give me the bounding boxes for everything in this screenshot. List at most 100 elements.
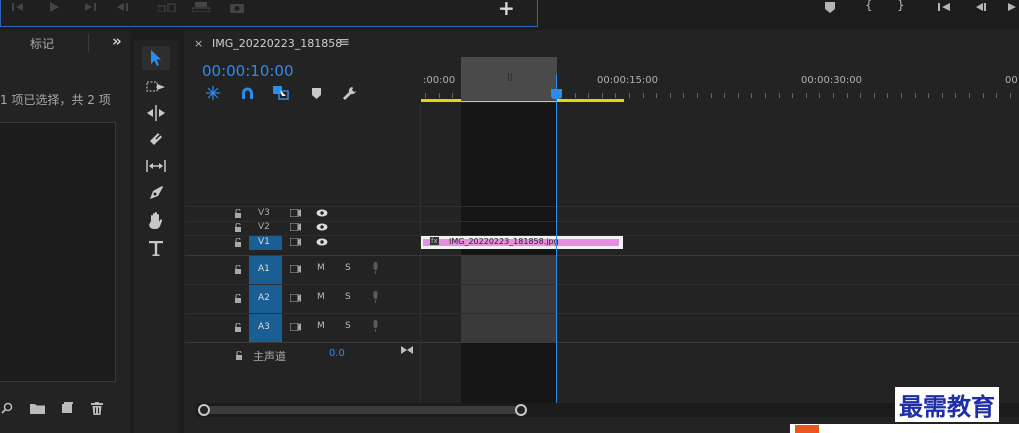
ruler-tick (738, 93, 739, 98)
search-icon[interactable] (0, 400, 14, 416)
audio-lane-a3[interactable] (461, 314, 557, 342)
sync-lock-icon[interactable] (289, 208, 301, 218)
add-button-icon[interactable]: + (498, 0, 515, 20)
marker-icon[interactable] (823, 0, 837, 14)
sync-lock-icon[interactable] (289, 322, 301, 332)
playhead-timecode[interactable]: 00:00:10:00 (202, 62, 294, 80)
mark-out-icon[interactable]: } (897, 0, 905, 12)
tab-divider (88, 34, 89, 52)
zoom-scroll-handle-left[interactable] (198, 404, 210, 416)
project-bin-area[interactable] (0, 122, 116, 382)
track-select-tool-icon[interactable] (142, 76, 170, 98)
new-item-icon[interactable] (59, 400, 75, 416)
lock-icon[interactable] (233, 322, 243, 332)
mute-button[interactable]: M (317, 321, 325, 331)
ruler-tick (765, 93, 766, 98)
zoom-scroll-handle-right[interactable] (515, 404, 527, 416)
new-bin-icon[interactable] (29, 400, 45, 416)
microphone-icon[interactable] (370, 261, 380, 275)
solo-button[interactable]: S (345, 263, 351, 273)
step-forward-icon[interactable] (83, 0, 97, 14)
linked-selection-icon[interactable] (272, 85, 290, 101)
track-divider (185, 221, 1019, 222)
lock-icon[interactable] (233, 222, 243, 232)
mute-button[interactable]: M (317, 263, 325, 273)
ruler-tick (588, 93, 589, 98)
lift-icon[interactable] (157, 0, 177, 14)
ruler-tick (928, 93, 929, 98)
ruler-tick (874, 93, 875, 98)
snap-magnet-icon[interactable] (239, 85, 255, 101)
lock-icon[interactable] (233, 264, 243, 274)
ruler-tick (439, 93, 440, 98)
razor-tool-icon[interactable] (142, 128, 170, 150)
extract-icon[interactable] (191, 0, 211, 14)
go-to-edit-icon[interactable] (400, 345, 414, 355)
master-volume[interactable]: 0.0 (329, 348, 345, 359)
playhead-handle[interactable] (551, 89, 562, 99)
close-tab-icon[interactable]: × (194, 37, 203, 50)
ruler-tick (602, 93, 603, 98)
sync-lock-icon[interactable] (289, 222, 301, 232)
panel-menu-expand-icon[interactable]: » (112, 32, 122, 50)
ruler-tick (969, 93, 970, 98)
sequence-menu-icon[interactable]: ≡ (339, 35, 350, 50)
audio-lane-a1[interactable] (461, 256, 557, 284)
type-tool-icon[interactable] (142, 236, 170, 260)
sync-lock-icon[interactable] (289, 293, 301, 303)
in-out-range-shade (461, 103, 557, 403)
eye-icon[interactable] (315, 237, 329, 247)
ruler-tick (915, 93, 916, 98)
hand-tool-icon[interactable] (142, 209, 170, 231)
ruler-tick (887, 93, 888, 98)
program-monitor-controls: + (0, 0, 538, 27)
lock-icon[interactable] (233, 293, 243, 303)
markers-tab[interactable]: 标记 (30, 35, 54, 52)
eye-icon[interactable] (315, 222, 329, 232)
lock-icon[interactable] (234, 350, 244, 360)
track-divider (185, 255, 1019, 256)
in-out-grip: || (507, 72, 513, 81)
step-back-icon[interactable] (972, 0, 988, 14)
ruler-label: :00:00 (423, 75, 456, 86)
trash-icon[interactable] (89, 400, 105, 416)
video-clip[interactable]: fx IMG_20220223_181858.jpg (421, 236, 623, 249)
sync-lock-icon[interactable] (289, 237, 301, 247)
go-to-out-icon[interactable] (115, 0, 131, 14)
play-icon[interactable] (1005, 0, 1019, 14)
project-panel: 标记 » 1 项已选择，共 2 项 (0, 30, 130, 433)
ruler-label: 00 (1005, 75, 1018, 86)
sequence-tab[interactable]: IMG_20220223_181858 (212, 37, 342, 50)
camera-icon[interactable] (229, 0, 245, 14)
lock-icon[interactable] (233, 237, 243, 247)
microphone-icon[interactable] (370, 319, 380, 333)
selection-tool-icon[interactable] (142, 46, 170, 70)
solo-button[interactable]: S (345, 292, 351, 302)
solo-button[interactable]: S (345, 321, 351, 331)
ruler-tick (724, 93, 725, 98)
nest-sequence-icon[interactable] (205, 85, 221, 101)
zoom-scroll-bar[interactable] (199, 406, 525, 414)
ruler-label: 00:00:30:00 (801, 75, 863, 86)
play-icon[interactable] (47, 0, 61, 14)
pen-tool-icon[interactable] (142, 182, 170, 204)
eye-icon[interactable] (315, 208, 329, 218)
sync-lock-icon[interactable] (289, 264, 301, 274)
mark-in-icon[interactable]: { (865, 0, 873, 12)
microphone-icon[interactable] (370, 290, 380, 304)
go-to-in-icon[interactable] (937, 0, 953, 14)
audio-lane-a2[interactable] (461, 285, 557, 313)
lock-icon[interactable] (233, 208, 243, 218)
ruler-tick (942, 93, 943, 98)
add-marker-icon[interactable] (309, 86, 323, 100)
mute-button[interactable]: M (317, 292, 325, 302)
ripple-edit-tool-icon[interactable] (142, 102, 170, 124)
step-back-icon[interactable] (11, 0, 25, 14)
playhead-line[interactable] (556, 74, 557, 403)
slip-tool-icon[interactable] (142, 155, 170, 177)
track-header-divider (420, 103, 421, 403)
timeline-settings-wrench-icon[interactable] (341, 85, 357, 101)
ruler-tick (615, 93, 616, 98)
fx-badge[interactable]: fx (430, 237, 439, 245)
ruler-tick (751, 93, 752, 98)
